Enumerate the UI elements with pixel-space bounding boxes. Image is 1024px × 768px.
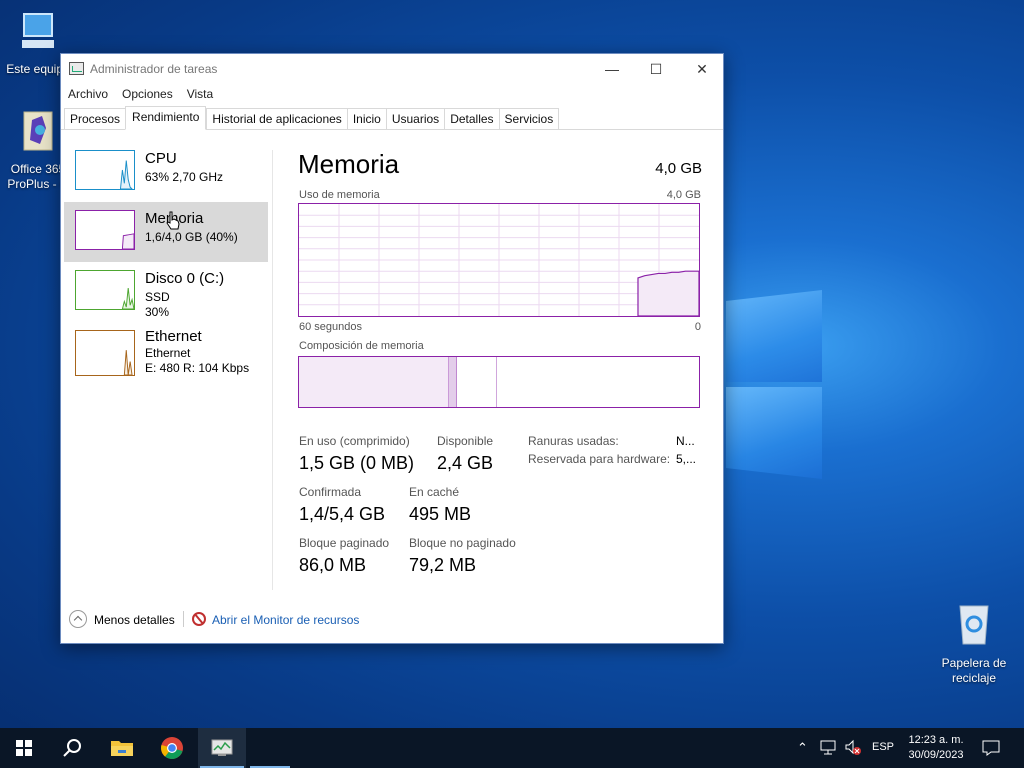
tab-detalles[interactable]: Detalles <box>444 108 499 130</box>
stat-cache-value: 495 MB <box>409 504 472 524</box>
composition-free <box>497 357 699 407</box>
menu-vista[interactable]: Vista <box>180 84 220 106</box>
footer-divider <box>183 611 184 627</box>
task-manager-icon <box>211 739 233 756</box>
search-icon <box>63 739 81 757</box>
stat-confirmada-value: 1,4/5,4 GB <box>299 504 386 524</box>
hand-cursor-icon <box>166 211 180 230</box>
sidebar-item-title: Ethernet <box>145 328 202 345</box>
computer-icon <box>22 13 54 48</box>
disk-thumbnail-graph <box>75 270 135 310</box>
memory-usage-graph <box>298 203 700 317</box>
office-icon <box>23 111 53 151</box>
stat-no-paginado-value: 79,2 MB <box>409 555 477 575</box>
composition-standby <box>457 357 497 407</box>
volume-muted-icon[interactable] <box>844 739 862 757</box>
recycle-bin-icon <box>959 605 989 645</box>
composition-modified <box>449 357 457 407</box>
clock-time: 12:23 a. m. <box>908 734 964 746</box>
tab-servicios[interactable]: Servicios <box>498 108 560 130</box>
taskbar-task-manager[interactable] <box>198 728 246 768</box>
memory-usage-series <box>637 270 699 316</box>
taskbar-file-explorer[interactable] <box>98 728 146 768</box>
time-axis-left: 60 segundos <box>299 321 362 333</box>
sidebar-item-detail: 63% 2,70 GHz <box>145 170 224 184</box>
task-manager-window: Administrador de tareas — ☐ ✕ Archivo Op… <box>60 53 724 644</box>
clock[interactable]: 12:23 a. m. 30/09/2023 <box>906 733 966 763</box>
network-icon[interactable] <box>820 740 838 756</box>
resource-monitor-link[interactable]: Abrir el Monitor de recursos <box>212 613 359 627</box>
memory-composition-bar <box>298 356 700 408</box>
sidebar-item-detail: SSD <box>145 290 170 304</box>
taskbar-chrome[interactable] <box>148 728 196 768</box>
sidebar-item-ethernet[interactable]: Ethernet Ethernet E: 480 R: 104 Kbps <box>61 328 273 388</box>
show-hidden-icons-chevron-icon[interactable]: ⌃ <box>797 740 808 756</box>
window-footer: Menos detalles Abrir el Monitor de recur… <box>61 609 723 633</box>
window-title: Administrador de tareas <box>90 62 218 76</box>
page-title: Memoria <box>298 149 400 179</box>
sidebar-item-detail: Ethernet <box>145 346 191 360</box>
sidebar-item-cpu[interactable]: CPU 63% 2,70 GHz <box>61 142 273 202</box>
search-button[interactable] <box>48 728 96 768</box>
composition-label: Composición de memoria <box>299 340 424 352</box>
stat-en-uso-value: 1,5 GB (0 MB) <box>299 453 415 473</box>
clock-date: 30/09/2023 <box>908 749 964 761</box>
stat-disponible-label: Disponible <box>437 434 494 448</box>
minimize-button[interactable]: — <box>589 54 635 84</box>
tab-inicio[interactable]: Inicio <box>346 108 386 130</box>
sidebar-item-disco[interactable]: Disco 0 (C:) SSD 30% <box>61 262 273 322</box>
ethernet-thumbnail-graph <box>75 330 135 376</box>
sidebar-item-title: Disco 0 (C:) <box>145 270 225 287</box>
cpu-thumbnail-graph <box>75 150 135 190</box>
tab-procesos[interactable]: Procesos <box>64 108 126 130</box>
sidebar-item-detail-2: 30% <box>145 305 170 319</box>
windows-start-icon <box>16 740 32 756</box>
composition-in-use <box>299 357 449 407</box>
sidebar-item-detail-2: E: 480 R: 104 Kbps <box>145 361 250 375</box>
stat-ranuras-value: N... <box>676 434 695 448</box>
taskbar: ⌃ ESP 12:23 a. m. 30/09/2023 <box>0 728 1024 768</box>
maximize-button[interactable]: ☐ <box>633 54 679 84</box>
stat-paginado-label: Bloque paginado <box>299 536 390 550</box>
stat-confirmada-label: Confirmada <box>299 485 362 499</box>
chevron-up-icon[interactable] <box>69 610 87 628</box>
menu-archivo[interactable]: Archivo <box>61 84 115 106</box>
stat-no-paginado-label: Bloque no paginado <box>409 536 516 550</box>
menu-opciones[interactable]: Opciones <box>115 84 180 106</box>
stat-reservada-value: 5,... <box>676 452 697 466</box>
stat-paginado-value: 86,0 MB <box>299 555 367 575</box>
tab-usuarios[interactable]: Usuarios <box>385 108 445 130</box>
chrome-icon <box>161 737 183 759</box>
desktop-icon-label: Papelera de reciclaje <box>941 656 1007 685</box>
usage-graph-max: 4,0 GB <box>666 189 701 201</box>
tab-strip: Procesos Rendimiento Historial de aplica… <box>64 106 560 130</box>
stat-cache-label: En caché <box>409 485 460 499</box>
stat-en-uso-label: En uso (comprimido) <box>299 434 410 448</box>
memory-total: 4,0 GB <box>655 160 702 177</box>
performance-sidebar: CPU 63% 2,70 GHz Memoria 1,6/4,0 GB (40%… <box>61 142 273 388</box>
tab-rendimiento[interactable]: Rendimiento <box>125 106 207 130</box>
desktop-icon-recycle-bin[interactable]: Papelera de reciclaje <box>936 600 1012 686</box>
stat-ranuras-label: Ranuras usadas: <box>528 434 619 448</box>
folder-icon <box>111 741 133 756</box>
language-indicator[interactable]: ESP <box>872 741 894 753</box>
menu-bar: Archivo Opciones Vista <box>61 84 220 106</box>
title-bar[interactable]: Administrador de tareas — ☐ ✕ <box>61 54 723 84</box>
start-button[interactable] <box>0 728 48 768</box>
sidebar-item-title: CPU <box>145 150 177 167</box>
fewer-details-link[interactable]: Menos detalles <box>94 613 175 627</box>
close-button[interactable]: ✕ <box>679 54 725 84</box>
tab-historial[interactable]: Historial de aplicaciones <box>206 108 347 130</box>
stat-reservada-label: Reservada para hardware: <box>528 452 671 466</box>
usage-graph-label: Uso de memoria <box>299 189 380 201</box>
task-manager-icon <box>69 62 84 75</box>
panel-divider <box>272 150 273 590</box>
stat-disponible-value: 2,4 GB <box>437 453 494 473</box>
resource-monitor-icon[interactable] <box>192 612 206 626</box>
sidebar-item-detail: 1,6/4,0 GB (40%) <box>145 230 238 244</box>
time-axis-right: 0 <box>694 321 701 333</box>
memory-thumbnail-graph <box>75 210 135 250</box>
notifications-icon[interactable] <box>982 740 1000 756</box>
